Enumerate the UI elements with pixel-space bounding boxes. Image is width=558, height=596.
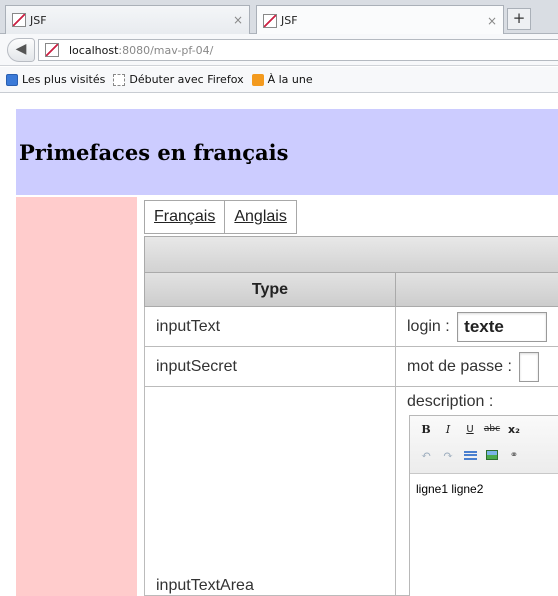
tab-title: JSF (281, 14, 298, 27)
editor-content[interactable]: ligne1 ligne2 (410, 474, 558, 496)
cell-component: mot de passe : (396, 347, 558, 386)
redo-icon[interactable]: ↷ (438, 446, 458, 464)
cell-component: description : B I U abc x₂ ↶ ↷ ⚭ ligne1 … (396, 387, 558, 596)
site-identity-icon[interactable] (45, 43, 59, 57)
page-icon (113, 73, 126, 86)
url-path: :8080/mav-pf-04/ (118, 43, 214, 57)
back-button[interactable]: ◀ (7, 38, 35, 62)
language-switcher: Français Anglais (144, 200, 297, 234)
close-tab-icon[interactable]: × (233, 13, 243, 27)
language-link-french[interactable]: Français (145, 201, 225, 233)
undo-icon[interactable]: ↶ (416, 446, 436, 464)
cell-type: inputTextArea (145, 387, 396, 595)
table-caption (144, 236, 558, 273)
bookmark-label: À la une (267, 73, 313, 86)
align-icon[interactable] (460, 446, 480, 464)
components-table: Type inputText login : texte inputSecret… (144, 236, 558, 596)
bookmark-getting-started[interactable]: Débuter avec Firefox (113, 73, 244, 86)
editor-toolbar: B I U abc x₂ ↶ ↷ ⚭ (410, 416, 558, 474)
image-icon[interactable] (482, 446, 502, 464)
subscript-button[interactable]: x₂ (504, 420, 524, 438)
page-favicon-icon (263, 13, 277, 28)
login-input[interactable]: texte (457, 311, 548, 342)
table-row: inputText login : texte (144, 307, 558, 347)
new-tab-button[interactable]: + (507, 8, 531, 30)
page-title: Primefaces en français (19, 140, 289, 165)
cell-type: inputText (145, 307, 396, 346)
column-header-type: Type (145, 273, 396, 306)
underline-button[interactable]: U (460, 420, 480, 438)
login-label: login : (407, 318, 450, 335)
cell-type: inputSecret (145, 347, 396, 386)
address-bar[interactable]: localhost:8080/mav-pf-04/ (38, 39, 558, 61)
bookmarks-toolbar: Les plus visités Débuter avec Firefox À … (0, 67, 558, 93)
link-icon[interactable]: ⚭ (504, 446, 524, 464)
browser-tab-2[interactable]: JSF × (256, 5, 504, 35)
cell-type-label: inputTextArea (156, 577, 254, 594)
table-row: inputSecret mot de passe : (144, 347, 558, 387)
page-content: Primefaces en français Français Anglais … (0, 93, 558, 596)
bold-button[interactable]: B (416, 420, 436, 438)
left-sidebar (16, 197, 137, 596)
cell-component: login : texte (396, 307, 558, 346)
tab-title: JSF (30, 13, 47, 27)
table-header: Type (144, 273, 558, 307)
globe-icon (6, 73, 18, 86)
bookmark-label: Les plus visités (22, 73, 106, 86)
close-tab-icon[interactable]: × (487, 14, 497, 28)
table-row: inputTextArea description : B I U abc x₂ (144, 387, 558, 596)
bookmark-headlines[interactable]: À la une (251, 73, 313, 86)
language-link-english[interactable]: Anglais (224, 201, 296, 233)
rich-text-editor[interactable]: B I U abc x₂ ↶ ↷ ⚭ ligne1 ligne2 (409, 415, 558, 596)
page-favicon-icon (12, 13, 26, 27)
bookmark-most-visited[interactable]: Les plus visités (6, 73, 105, 86)
tab-strip: JSF × JSF × + (0, 0, 558, 35)
description-label: description : (407, 393, 494, 410)
bookmark-label: Débuter avec Firefox (129, 73, 244, 86)
navigation-bar: ◀ localhost:8080/mav-pf-04/ (0, 34, 558, 66)
rss-feed-icon (251, 73, 264, 86)
url-host: localhost (69, 43, 119, 57)
page-header: Primefaces en français (16, 109, 558, 195)
browser-tab-1[interactable]: JSF × (5, 5, 250, 34)
password-input[interactable] (519, 351, 540, 382)
password-label: mot de passe : (407, 358, 512, 375)
strikethrough-button[interactable]: abc (482, 420, 502, 438)
italic-button[interactable]: I (438, 420, 458, 438)
